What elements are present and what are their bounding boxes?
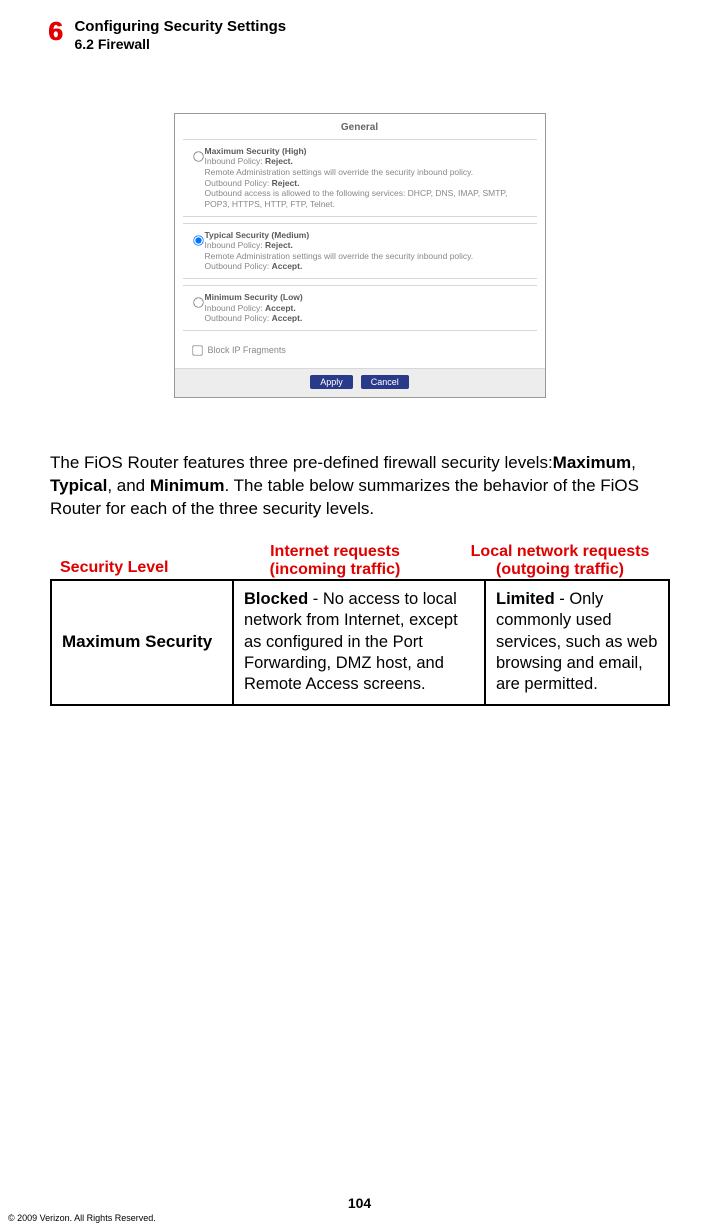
security-levels-table: Security Level Internet requests (incomi…: [50, 543, 670, 706]
option-line: Outbound access is allowed to the follow…: [205, 188, 533, 209]
page-header: 6 Configuring Security Settings 6.2 Fire…: [0, 0, 719, 53]
option-line: Inbound Policy: Reject.: [205, 240, 533, 251]
table-row: Maximum Security Blocked - No access to …: [50, 579, 670, 706]
table-header-outgoing: Local network requests (outgoing traffic…: [450, 543, 670, 579]
body-paragraph: The FiOS Router features three pre-defin…: [0, 398, 719, 521]
option-line: Inbound Policy: Accept.: [205, 303, 533, 314]
block-ip-label: Block IP Fragments: [208, 345, 286, 355]
radio-maximum[interactable]: [193, 151, 203, 161]
chapter-title: Configuring Security Settings: [74, 18, 286, 36]
chapter-number: 6: [48, 18, 62, 44]
option-title: Maximum Security (High): [205, 146, 533, 157]
table-header-security-level: Security Level: [50, 543, 220, 579]
cell-incoming: Blocked - No access to local network fro…: [234, 581, 486, 704]
option-title: Typical Security (Medium): [205, 230, 533, 241]
option-title: Minimum Security (Low): [205, 292, 533, 303]
option-line: Outbound Policy: Reject.: [205, 178, 533, 189]
block-ip-fragments[interactable]: Block IP Fragments: [175, 337, 545, 368]
security-option-minimum[interactable]: Minimum Security (Low) Inbound Policy: A…: [183, 285, 537, 331]
page-number: 104: [0, 1195, 719, 1211]
radio-typical[interactable]: [193, 235, 203, 245]
apply-button[interactable]: Apply: [310, 375, 353, 389]
option-line: Inbound Policy: Reject.: [205, 156, 533, 167]
panel-title: General: [175, 120, 545, 139]
security-option-maximum[interactable]: Maximum Security (High) Inbound Policy: …: [183, 139, 537, 217]
radio-minimum[interactable]: [193, 297, 203, 307]
option-line: Outbound Policy: Accept.: [205, 261, 533, 272]
section-title: 6.2 Firewall: [74, 36, 286, 53]
option-line: Outbound Policy: Accept.: [205, 313, 533, 324]
security-option-typical[interactable]: Typical Security (Medium) Inbound Policy…: [183, 223, 537, 280]
option-line: Remote Administration settings will over…: [205, 167, 533, 178]
table-header-row: Security Level Internet requests (incomi…: [50, 543, 670, 579]
cell-outgoing: Limited - Only commonly used services, s…: [486, 581, 668, 704]
button-row: Apply Cancel: [175, 368, 545, 397]
copyright: © 2009 Verizon. All Rights Reserved.: [8, 1213, 156, 1223]
header-titles: Configuring Security Settings 6.2 Firewa…: [74, 18, 286, 53]
firewall-general-panel: General Maximum Security (High) Inbound …: [174, 113, 546, 398]
table-header-incoming: Internet requests (incoming traffic): [220, 543, 450, 579]
cancel-button[interactable]: Cancel: [361, 375, 409, 389]
block-ip-checkbox[interactable]: [192, 345, 202, 355]
option-line: Remote Administration settings will over…: [205, 251, 533, 262]
cell-security-level: Maximum Security: [52, 581, 234, 704]
